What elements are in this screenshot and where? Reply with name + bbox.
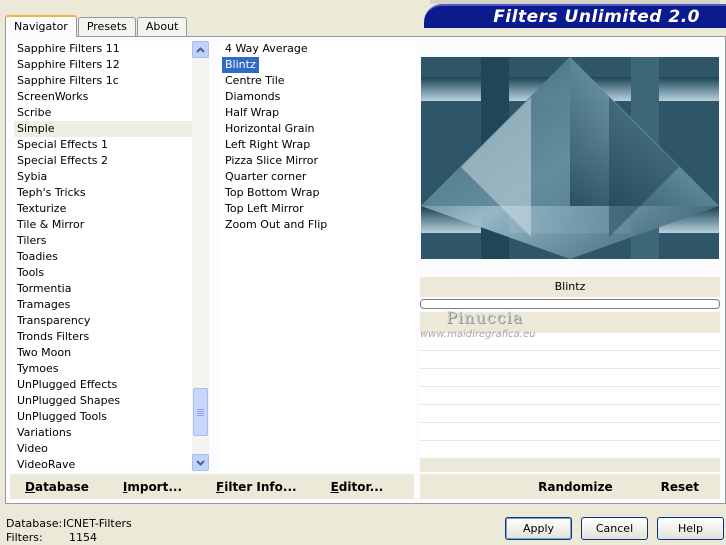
category-item[interactable]: ScreenWorks	[14, 89, 192, 105]
filter-item-label: Top Bottom Wrap	[225, 186, 320, 199]
preview-image	[421, 57, 719, 259]
category-item[interactable]: Sapphire Filters 1c	[14, 73, 192, 89]
filter-item-label: Centre Tile	[225, 74, 285, 87]
filter-list[interactable]: 4 Way Average Blintz Centre Tile Diamonds Ha…	[221, 41, 416, 471]
tab-strip: Navigator Presets About	[5, 14, 188, 37]
filter-item[interactable]: Top Left Mirror	[221, 201, 416, 217]
chevron-down-icon	[196, 459, 205, 466]
parameter-row	[420, 405, 720, 422]
watermark-name: Pinuccia	[446, 308, 524, 327]
category-item[interactable]: Simple	[14, 121, 192, 137]
category-item[interactable]: Toadies	[14, 249, 192, 265]
filter-item-label: Quarter corner	[225, 170, 307, 183]
filter-item-label: Top Left Mirror	[225, 202, 304, 215]
category-item[interactable]: Scribe	[14, 105, 192, 121]
banner: Filters Unlimited 2.0	[424, 4, 726, 28]
category-item[interactable]: Teph's Tricks	[14, 185, 192, 201]
scroll-thumb[interactable]	[193, 388, 208, 436]
filter-item[interactable]: Diamonds	[221, 89, 416, 105]
database-button[interactable]: Database	[18, 480, 96, 494]
category-item[interactable]: Video	[14, 441, 192, 457]
filter-name-display: Blintz	[420, 277, 720, 297]
filter-item[interactable]: 4 Way Average	[221, 41, 416, 57]
category-item[interactable]: UnPlugged Shapes	[14, 393, 192, 409]
category-item[interactable]: Variations	[14, 425, 192, 441]
database-label: Database:	[6, 517, 63, 530]
parameter-row	[420, 441, 720, 458]
category-item[interactable]: Sapphire Filters 12	[14, 57, 192, 73]
filter-item-label: Blintz	[222, 57, 259, 73]
category-item[interactable]: VideoRave	[14, 457, 192, 471]
category-item[interactable]: Tile & Mirror	[14, 217, 192, 233]
category-item[interactable]: UnPlugged Tools	[14, 409, 192, 425]
filter-item-label: Half Wrap	[225, 106, 280, 119]
scroll-up-button[interactable]	[192, 41, 209, 58]
blintz-preview-graphic	[421, 57, 719, 259]
parameter-row	[420, 369, 720, 386]
category-item[interactable]: UnPlugged Effects	[14, 377, 192, 393]
filter-item-label: Pizza Slice Mirror	[225, 154, 319, 167]
filter-item[interactable]: Left Right Wrap	[221, 137, 416, 153]
scroll-down-button[interactable]	[192, 454, 209, 471]
import-button[interactable]: Import...	[116, 480, 189, 494]
reset-button[interactable]: Reset	[654, 480, 706, 494]
category-scrollbar[interactable]	[192, 41, 209, 471]
filter-item[interactable]: Horizontal Grain	[221, 121, 416, 137]
cancel-button[interactable]: Cancel	[581, 517, 648, 540]
category-item[interactable]: Sapphire Filters 11	[14, 41, 192, 57]
filter-item-label: Diamonds	[225, 90, 281, 103]
navigator-panel: Sapphire Filters 11 Sapphire Filters 12 Sa…	[5, 36, 726, 504]
banner-title: Filters Unlimited 2.0	[493, 7, 700, 27]
grip-icon	[197, 408, 204, 416]
randomize-button[interactable]: Randomize	[531, 480, 619, 494]
filter-item-label: Left Right Wrap	[225, 138, 311, 151]
database-value: ICNET-Filters	[63, 517, 132, 530]
watermark-url: www.maidiregrafica.eu	[420, 329, 536, 340]
filter-item-label: Horizontal Grain	[225, 122, 315, 135]
filters-count: 1154	[69, 531, 97, 544]
category-item[interactable]: Transparency	[14, 313, 192, 329]
filter-item[interactable]: Centre Tile	[221, 73, 416, 89]
footer-info: Database:ICNET-Filters Filters: 1154	[6, 517, 132, 545]
filter-item[interactable]: Blintz	[221, 57, 416, 73]
category-item[interactable]: Special Effects 1	[14, 137, 192, 153]
tab-about[interactable]: About	[136, 17, 188, 36]
category-item[interactable]: Tramages	[14, 297, 192, 313]
parameter-row	[420, 423, 720, 440]
filter-item[interactable]: Top Bottom Wrap	[221, 185, 416, 201]
category-item[interactable]: Sybia	[14, 169, 192, 185]
category-item[interactable]: Tools	[14, 265, 192, 281]
filter-item[interactable]: Zoom Out and Flip	[221, 217, 416, 233]
toolbar-right: Randomize Reset	[420, 474, 720, 499]
parameter-row	[420, 387, 720, 404]
help-button[interactable]: Help	[657, 517, 724, 540]
apply-button[interactable]: Apply	[505, 517, 572, 540]
category-item[interactable]: Tilers	[14, 233, 192, 249]
filter-item-label: 4 Way Average	[225, 42, 308, 55]
filter-item-label: Zoom Out and Flip	[225, 218, 328, 231]
parameter-row	[420, 351, 720, 368]
category-item[interactable]: Tormentia	[14, 281, 192, 297]
filter-item[interactable]: Quarter corner	[221, 169, 416, 185]
tab-navigator[interactable]: Navigator	[5, 15, 77, 37]
category-item[interactable]: Tronds Filters	[14, 329, 192, 345]
category-item[interactable]: Texturize	[14, 201, 192, 217]
category-item[interactable]: Two Moon	[14, 345, 192, 361]
filter-info-button[interactable]: Filter Info...	[209, 480, 304, 494]
filter-item[interactable]: Pizza Slice Mirror	[221, 153, 416, 169]
filter-item[interactable]: Half Wrap	[221, 105, 416, 121]
toolbar-left: Database Import... Filter Info... Editor…	[10, 474, 414, 499]
filters-label: Filters:	[6, 531, 43, 544]
category-list[interactable]: Sapphire Filters 11 Sapphire Filters 12 Sa…	[14, 41, 192, 471]
editor-button[interactable]: Editor...	[324, 480, 391, 494]
category-item[interactable]: Special Effects 2	[14, 153, 192, 169]
chevron-up-icon	[196, 46, 205, 53]
category-item[interactable]: Tymoes	[14, 361, 192, 377]
tab-presets[interactable]: Presets	[77, 17, 136, 36]
